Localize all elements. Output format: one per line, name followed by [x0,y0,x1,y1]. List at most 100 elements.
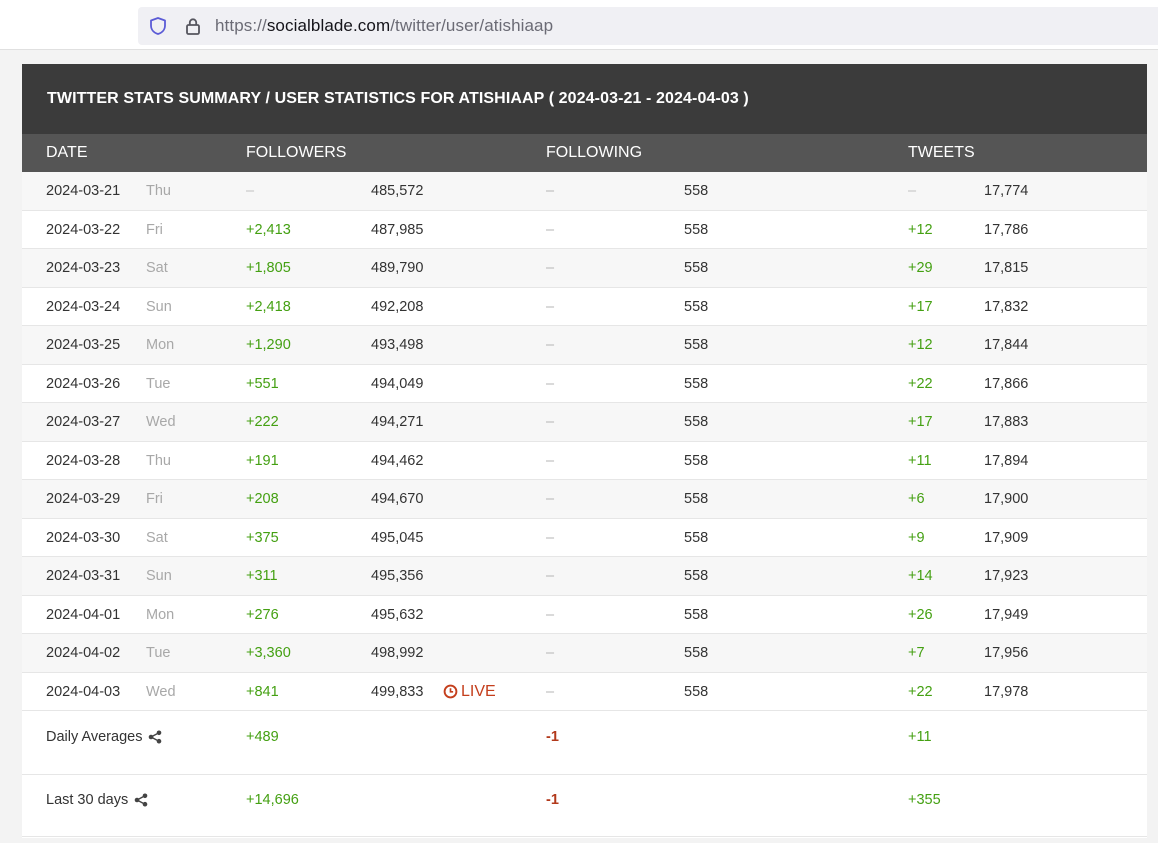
followers-total-cell: 499,833 [371,683,424,700]
followers-total-cell: 498,992 [371,645,424,661]
followers-total-cell: 495,632 [371,606,424,623]
followers-change-cell: +1,805 [246,260,291,276]
tweets-total-cell: 17,923 [984,568,1029,584]
date-cell: 2024-04-03 [46,683,121,700]
following-total-cell: 558 [684,529,709,546]
tweets-change-cell: +11 [908,452,932,469]
clock-icon [443,684,458,699]
weekday-cell: Sat [146,529,168,546]
followers-change-cell: +191 [246,452,279,469]
summary-label: Daily Averages [46,729,162,745]
followers-change-cell: +1,290 [246,337,291,353]
following-change-cell: – [546,568,555,584]
header-following: FOLLOWING [546,144,643,161]
lock-icon[interactable] [183,16,203,36]
date-cell: 2024-03-26 [46,375,121,392]
tweets-change-cell: +12 [908,221,933,238]
following-total-cell: 558 [684,375,709,392]
tweets-total-cell: 17,815 [984,260,1029,276]
following-change-cell: – [546,375,555,392]
tweets-change-cell: +14 [908,568,933,584]
following-change-cell: – [546,606,555,623]
summary-following-cell: -1 [546,729,559,745]
following-change-cell: – [546,491,555,507]
table-row: 2024-03-24 Sun +2,418 492,208 – 558 +17 17,832 [22,288,1147,326]
date-cell: 2024-03-23 [46,260,121,276]
tweets-change-cell: +17 [908,298,933,315]
address-bar[interactable]: https://socialblade.com/twitter/user/ati… [138,7,1158,45]
followers-change-cell: +2,413 [246,221,291,238]
table-row: 2024-03-31 Sun +311 495,356 – 558 +14 17,923 [22,557,1147,596]
followers-change-cell: +222 [246,414,279,430]
followers-change-cell: +3,360 [246,645,291,661]
following-total-cell: 558 [684,491,709,507]
followers-total-cell: 492,208 [371,298,424,315]
summary-label-text: Daily Averages [46,729,143,745]
summary-tweets-cell: +11 [908,729,932,745]
url-host: socialblade.com [266,16,391,35]
weekday-cell: Sat [146,260,168,276]
weekday-cell: Tue [146,375,171,392]
url-scheme: https:// [215,16,267,35]
tweets-total-cell: 17,866 [984,375,1029,392]
weekday-cell: Fri [146,491,163,507]
summary-following-cell: -1 [546,792,559,808]
share-icon[interactable] [148,730,162,744]
shield-icon[interactable] [148,16,168,36]
summary-row: Daily Averages +489 -1 +11 [22,711,1147,775]
live-badge[interactable]: LIVE [443,683,496,701]
table-row: 2024-04-01 Mon +276 495,632 – 558 +26 17,949 [22,596,1147,634]
tweets-total-cell: 17,900 [984,491,1029,507]
tweets-change-cell: +12 [908,337,933,353]
table-row: 2024-03-29 Fri +208 494,670 – 558 +6 17,900 [22,480,1147,519]
tweets-total-cell: 17,786 [984,221,1029,238]
following-total-cell: 558 [684,337,709,353]
tweets-total-cell: 17,978 [984,683,1029,700]
table-row: 2024-03-28 Thu +191 494,462 – 558 +11 17,894 [22,442,1147,480]
following-total-cell: 558 [684,414,709,430]
weekday-cell: Thu [146,183,171,199]
following-change-cell: – [546,452,555,469]
tweets-total-cell: 17,949 [984,606,1029,623]
stats-panel: TWITTER STATS SUMMARY / USER STATISTICS … [22,64,1147,838]
summary-label: Last 30 days [46,792,148,808]
tweets-change-cell: +17 [908,414,933,430]
date-cell: 2024-04-02 [46,645,121,661]
share-icon[interactable] [134,793,148,807]
following-change-cell: – [546,645,555,661]
followers-total-cell: 494,462 [371,452,424,469]
followers-total-cell: 493,498 [371,337,424,353]
tweets-change-cell: +6 [908,491,925,507]
followers-change-cell: +208 [246,491,279,507]
weekday-cell: Fri [146,221,163,238]
tweets-total-cell: 17,883 [984,414,1029,430]
table-summary: Daily Averages +489 -1 +11 Last 30 days +14,6… [22,711,1147,837]
followers-total-cell: 495,045 [371,529,424,546]
followers-total-cell: 489,790 [371,260,424,276]
table-row: 2024-04-03 Wed +841 499,833 LIVE – 558 +22 17,97… [22,673,1147,711]
followers-total-cell: 494,271 [371,414,424,430]
weekday-cell: Wed [146,683,176,700]
followers-change-cell: +551 [246,375,279,392]
date-cell: 2024-03-27 [46,414,121,430]
tweets-total-cell: 17,844 [984,337,1029,353]
date-cell: 2024-03-22 [46,221,121,238]
following-total-cell: 558 [684,606,709,623]
table-row: 2024-03-22 Fri +2,413 487,985 – 558 +12 17,786 [22,211,1147,249]
summary-label-text: Last 30 days [46,792,129,808]
followers-change-cell: +276 [246,606,279,623]
date-cell: 2024-03-30 [46,529,121,546]
weekday-cell: Sun [146,568,172,584]
header-date: DATE [46,144,88,161]
date-cell: 2024-03-25 [46,337,121,353]
stats-title: TWITTER STATS SUMMARY / USER STATISTICS … [22,64,1147,134]
following-total-cell: 558 [684,221,709,238]
followers-total-cell: 494,670 [371,491,424,507]
following-total-cell: 558 [684,260,709,276]
following-total-cell: 558 [684,452,709,469]
tweets-change-cell: +29 [908,260,933,276]
tweets-change-cell: +26 [908,606,933,623]
followers-change-cell: +375 [246,529,279,546]
tweets-total-cell: 17,832 [984,298,1029,315]
url-text[interactable]: https://socialblade.com/twitter/user/ati… [215,16,553,36]
